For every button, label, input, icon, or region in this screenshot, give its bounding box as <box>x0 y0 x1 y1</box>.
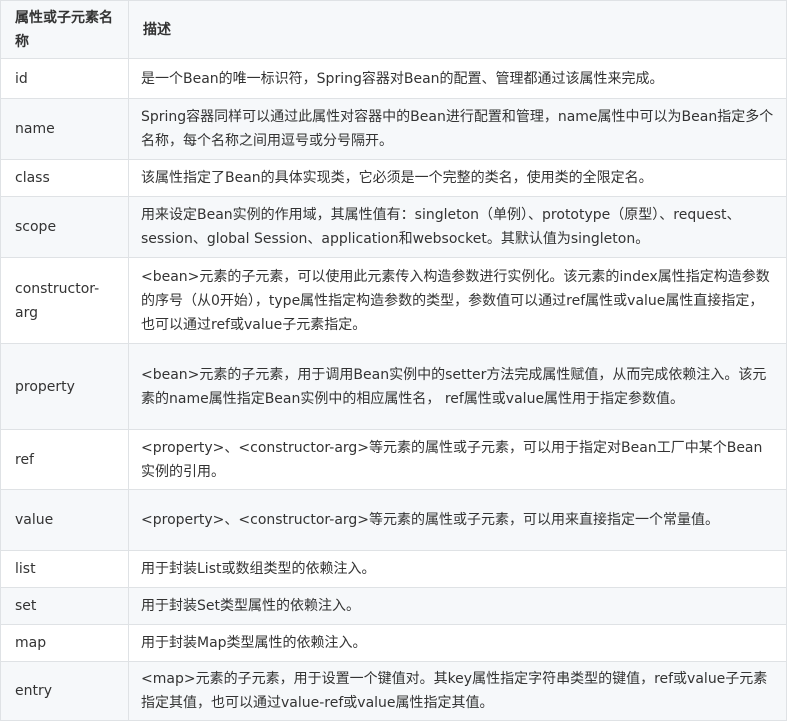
attr-description: 该属性指定了Bean的具体实现类，它必须是一个完整的类名，使用类的全限定名。 <box>128 159 787 197</box>
table-row: value <property>、<constructor-arg>等元素的属性… <box>0 489 787 551</box>
attr-description: 用于封装Map类型属性的依赖注入。 <box>128 624 787 662</box>
attr-name: set <box>0 587 129 625</box>
attr-name: id <box>0 58 129 99</box>
attr-description: Spring容器同样可以通过此属性对容器中的Bean进行配置和管理，name属性… <box>128 98 787 160</box>
header-name: 属性或子元素名称 <box>0 0 129 59</box>
attr-description: 用于封装List或数组类型的依赖注入。 <box>128 550 787 588</box>
attr-description: 是一个Bean的唯一标识符，Spring容器对Bean的配置、管理都通过该属性来… <box>128 58 787 99</box>
table-row: entry <map>元素的子元素，用于设置一个键值对。其key属性指定字符串类… <box>0 661 787 721</box>
attr-description: <property>、<constructor-arg>等元素的属性或子元素，可… <box>128 489 787 551</box>
table-row: set 用于封装Set类型属性的依赖注入。 <box>0 587 787 625</box>
header-description: 描述 <box>128 0 787 59</box>
table-row: property <bean>元素的子元素，用于调用Bean实例中的setter… <box>0 343 787 430</box>
attr-name: class <box>0 159 129 197</box>
attr-name: value <box>0 489 129 551</box>
table-row: name Spring容器同样可以通过此属性对容器中的Bean进行配置和管理，n… <box>0 98 787 160</box>
attr-name: scope <box>0 196 129 258</box>
table-row: list 用于封装List或数组类型的依赖注入。 <box>0 550 787 588</box>
attr-name: ref <box>0 429 129 490</box>
attr-name: name <box>0 98 129 160</box>
table-row: id 是一个Bean的唯一标识符，Spring容器对Bean的配置、管理都通过该… <box>0 58 787 99</box>
attr-name: entry <box>0 661 129 721</box>
attribute-table: 属性或子元素名称 描述 id 是一个Bean的唯一标识符，Spring容器对Be… <box>0 0 787 721</box>
table-header-row: 属性或子元素名称 描述 <box>0 0 787 59</box>
attr-description: <bean>元素的子元素，可以使用此元素传入构造参数进行实例化。该元素的inde… <box>128 257 787 344</box>
attr-name: property <box>0 343 129 430</box>
attr-name: map <box>0 624 129 662</box>
attr-description: 用来设定Bean实例的作用域，其属性值有：singleton（单例）、proto… <box>128 196 787 258</box>
table-row: class 该属性指定了Bean的具体实现类，它必须是一个完整的类名，使用类的全… <box>0 159 787 197</box>
attr-description: <bean>元素的子元素，用于调用Bean实例中的setter方法完成属性赋值，… <box>128 343 787 430</box>
table-row: ref <property>、<constructor-arg>等元素的属性或子… <box>0 429 787 490</box>
table-row: map 用于封装Map类型属性的依赖注入。 <box>0 624 787 662</box>
table-row: constructor-arg <bean>元素的子元素，可以使用此元素传入构造… <box>0 257 787 344</box>
attr-name: constructor-arg <box>0 257 129 344</box>
table-row: scope 用来设定Bean实例的作用域，其属性值有：singleton（单例）… <box>0 196 787 258</box>
attr-name: list <box>0 550 129 588</box>
attr-description: 用于封装Set类型属性的依赖注入。 <box>128 587 787 625</box>
attr-description: <property>、<constructor-arg>等元素的属性或子元素，可… <box>128 429 787 490</box>
attr-description: <map>元素的子元素，用于设置一个键值对。其key属性指定字符串类型的键值，r… <box>128 661 787 721</box>
